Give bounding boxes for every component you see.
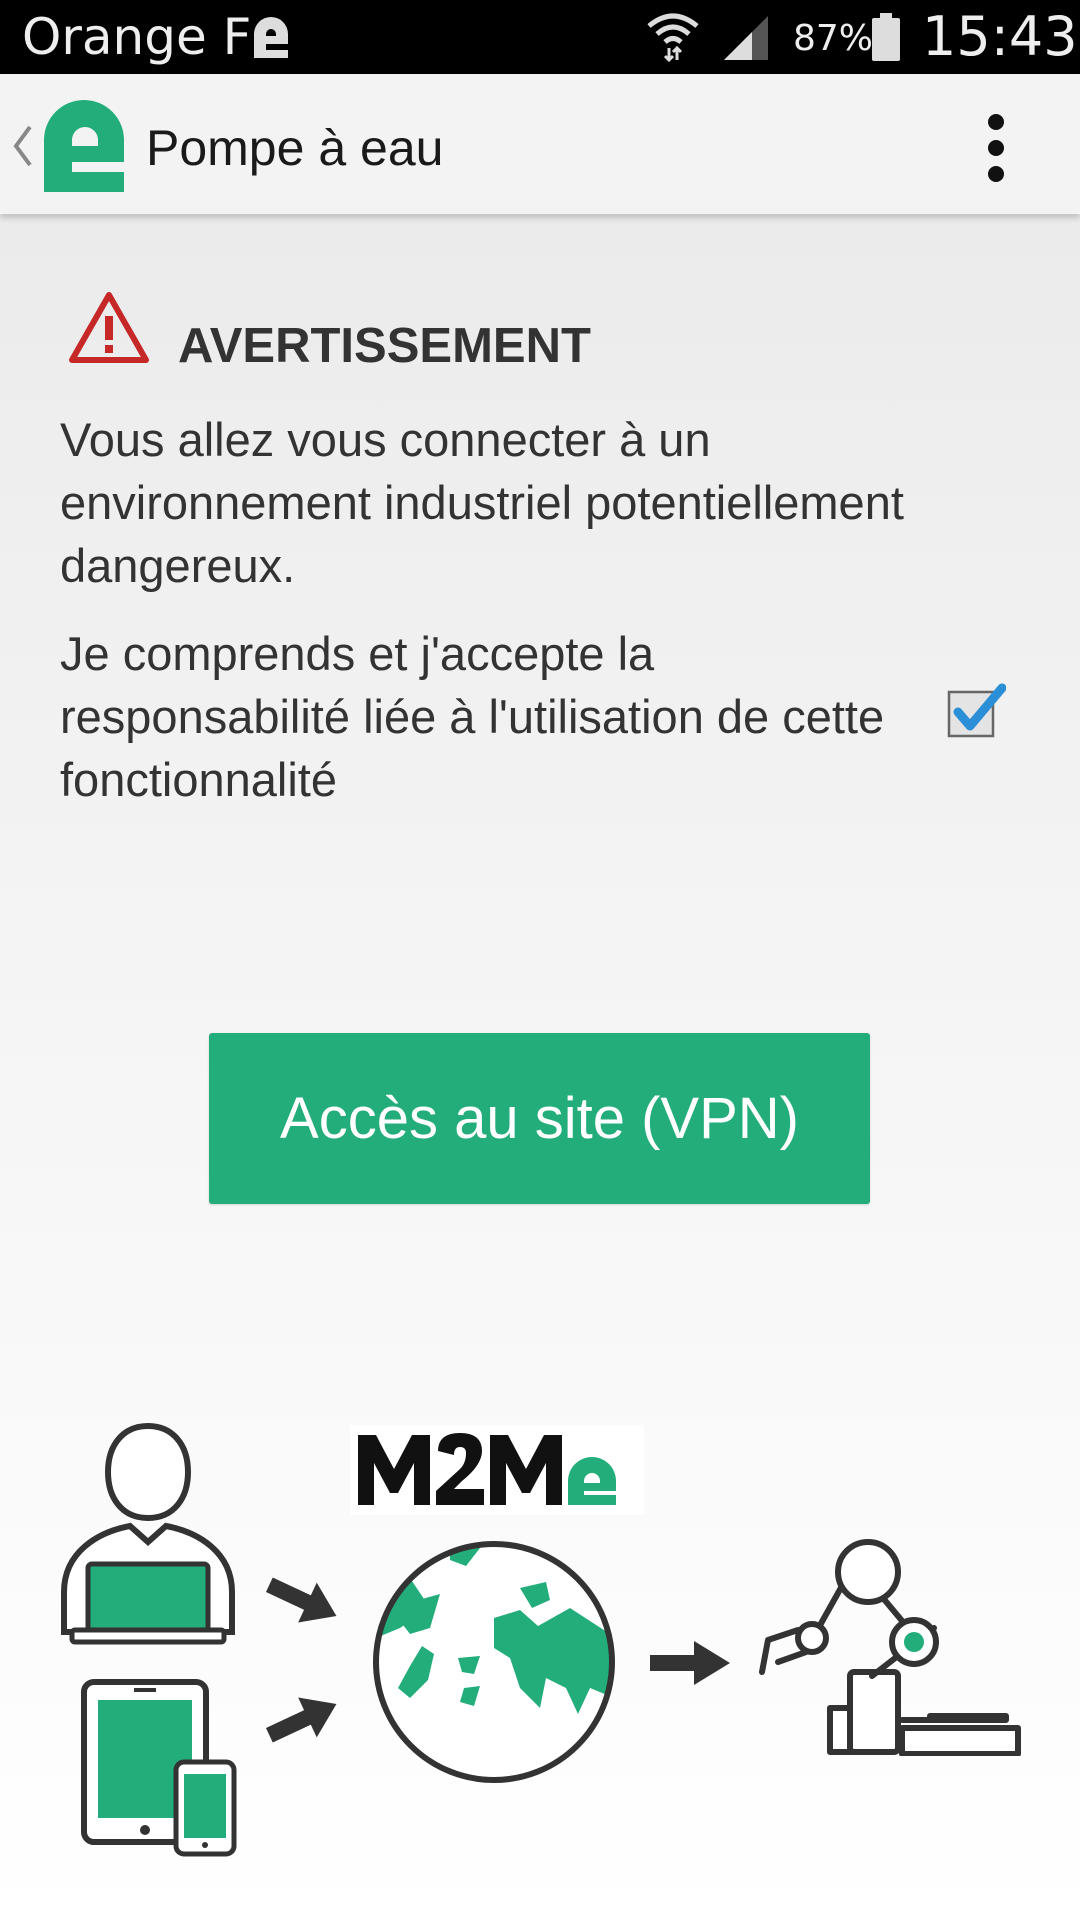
- accept-checkbox[interactable]: [946, 682, 1006, 740]
- tablet-phone-icon: [81, 1679, 237, 1857]
- battery-icon: [872, 13, 900, 61]
- signal-icon: [724, 16, 768, 60]
- accept-label: Je comprends et j'accepte la responsabil…: [60, 627, 885, 806]
- warning-title: AVERTISSEMENT: [178, 319, 591, 373]
- app-logo-icon[interactable]: [44, 100, 126, 192]
- globe-icon: [373, 1541, 615, 1783]
- wifi-icon: [647, 13, 699, 62]
- back-chevron-icon[interactable]: [12, 125, 34, 167]
- warning-triangle-icon: [69, 292, 149, 363]
- clock: 15:43: [922, 5, 1078, 68]
- carrier-app-icon: [254, 17, 288, 58]
- vpn-access-button[interactable]: Accès au site (VPN): [209, 1033, 870, 1204]
- arrow-icon: [265, 1577, 337, 1623]
- m2me-logo: [350, 1425, 644, 1515]
- carrier-name: Orange F: [22, 8, 252, 66]
- warning-message: Vous allez vous connecter à un environne…: [60, 413, 904, 592]
- battery-percent: 87%: [793, 18, 874, 59]
- robot-arm-icon: [759, 1539, 1021, 1756]
- page-title: Pompe à eau: [146, 120, 444, 176]
- overflow-menu-icon[interactable]: [976, 110, 1016, 186]
- arrow-icon: [650, 1641, 730, 1685]
- user-laptop-icon: [61, 1422, 235, 1645]
- arrow-icon: [265, 1697, 337, 1743]
